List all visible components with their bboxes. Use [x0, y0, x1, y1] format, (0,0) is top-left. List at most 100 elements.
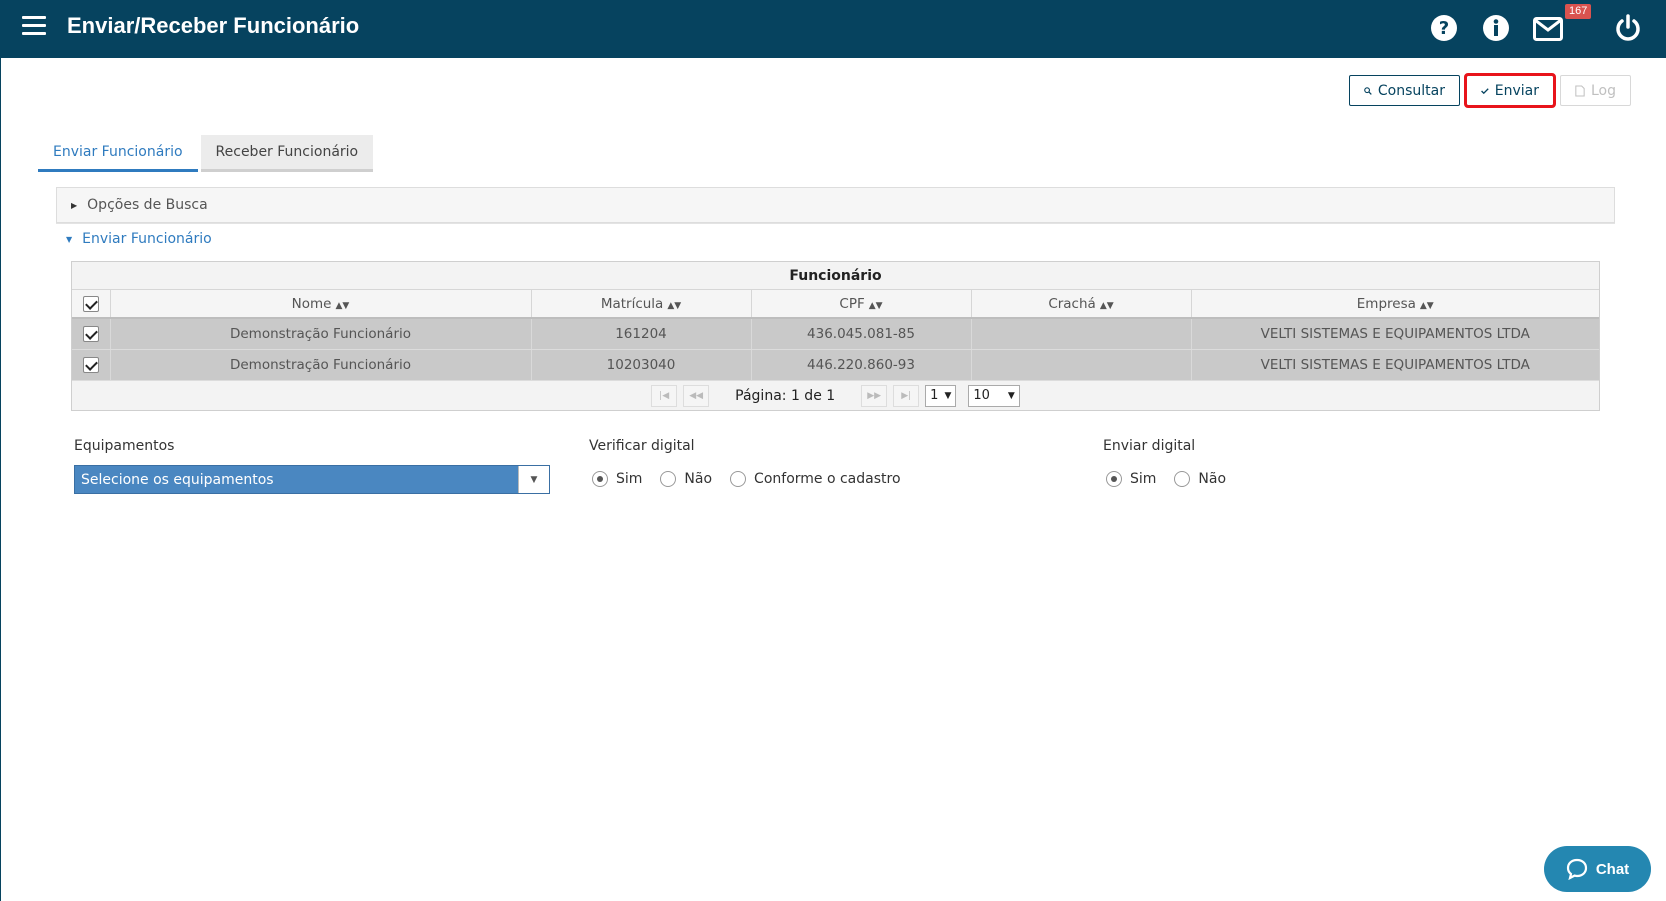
- search-icon: [1364, 86, 1372, 95]
- cell-cracha: [971, 349, 1192, 381]
- file-icon: [1575, 85, 1585, 96]
- table-row[interactable]: Demonstração Funcionário 10203040 446.22…: [72, 349, 1599, 381]
- menu-icon[interactable]: [22, 16, 46, 36]
- enviar-button[interactable]: Enviar: [1464, 73, 1556, 108]
- radio-sim[interactable]: [592, 471, 608, 487]
- tab-enviar-funcionario[interactable]: Enviar Funcionário: [38, 135, 198, 172]
- row-select-cell: [72, 318, 111, 350]
- column-header-empresa[interactable]: Empresa ▲▼: [1191, 290, 1599, 319]
- verificar-digital-radios: Sim Não Conforme o cadastro: [592, 471, 911, 487]
- page-title: Enviar/Receber Funcionário: [67, 13, 360, 38]
- grid-header-row: Nome ▲▼ Matrícula ▲▼ CPF ▲▼ Crachá ▲▼ Empres…: [72, 290, 1599, 319]
- cell-empresa: VELTI SISTEMAS E EQUIPAMENTOS LTDA: [1191, 349, 1599, 381]
- dropdown-arrow-icon[interactable]: ▼: [518, 466, 549, 493]
- chat-bubble-icon: [1566, 858, 1587, 880]
- page-size-select[interactable]: 10 ▼: [968, 384, 1020, 407]
- enviar-digital-radios: Sim Não: [1106, 471, 1236, 487]
- funcionario-grid: Funcionário Nome ▲▼ Matrícula ▲▼ CPF ▲▼ Cra…: [71, 261, 1600, 411]
- column-label: Empresa: [1356, 295, 1416, 312]
- select-all-checkbox[interactable]: [82, 295, 99, 312]
- sort-icon: ▲▼: [335, 300, 350, 311]
- info-icon[interactable]: [1482, 14, 1510, 42]
- column-label: Nome: [291, 295, 332, 312]
- prev-page-button[interactable]: ◀◀: [683, 384, 710, 407]
- sort-icon: ▲▼: [667, 300, 682, 311]
- cell-nome: Demonstração Funcionário: [110, 318, 532, 350]
- column-header-matricula[interactable]: Matrícula ▲▼: [531, 290, 752, 319]
- tab-receber-funcionario[interactable]: Receber Funcionário: [200, 135, 374, 172]
- column-label: Matrícula: [600, 295, 664, 312]
- chat-button[interactable]: Chat: [1544, 846, 1651, 892]
- cell-cpf: 436.045.081-85: [751, 318, 972, 350]
- section-enviar-funcionario[interactable]: ▼ Enviar Funcionário: [66, 231, 212, 247]
- mail-count-badge: 167: [1565, 4, 1592, 19]
- enviar-digital-label: Enviar digital: [1103, 438, 1196, 454]
- sort-icon: ▲▼: [1099, 300, 1114, 311]
- help-icon[interactable]: ?: [1430, 14, 1458, 42]
- cell-matricula: 10203040: [531, 349, 752, 381]
- log-label: Log: [1590, 82, 1616, 99]
- column-header-cpf[interactable]: CPF ▲▼: [751, 290, 972, 319]
- top-bar: Enviar/Receber Funcionário ? 167: [0, 0, 1666, 58]
- radio-label: Sim: [1130, 471, 1157, 487]
- grid-caption: Funcionário: [72, 262, 1599, 290]
- search-options-label: Opções de Busca: [87, 197, 208, 213]
- verificar-digital-conforme[interactable]: Conforme o cadastro: [730, 471, 901, 487]
- verificar-digital-sim[interactable]: Sim: [592, 471, 642, 487]
- caret-down-icon: ▼: [66, 234, 73, 244]
- radio-label: Sim: [616, 471, 643, 487]
- equipamentos-label: Equipamentos: [74, 438, 175, 454]
- chat-label: Chat: [1595, 860, 1630, 878]
- cell-empresa: VELTI SISTEMAS E EQUIPAMENTOS LTDA: [1191, 318, 1599, 350]
- row-checkbox[interactable]: [82, 325, 99, 342]
- consultar-label: Consultar: [1377, 82, 1445, 99]
- check-icon: [1481, 87, 1489, 94]
- radio-label: Conforme o cadastro: [754, 471, 901, 487]
- page-info: Página: 1 de 1: [735, 387, 836, 404]
- power-icon[interactable]: [1614, 14, 1642, 42]
- tab-bar: Enviar Funcionário Receber Funcionário: [38, 135, 374, 172]
- last-page-button[interactable]: ▶|: [893, 384, 920, 407]
- cell-cpf: 446.220.860-93: [751, 349, 972, 381]
- sort-icon: ▲▼: [1419, 300, 1434, 311]
- equipamentos-select[interactable]: Selecione os equipamentos ▼: [74, 465, 550, 494]
- radio-conforme[interactable]: [730, 471, 747, 487]
- sort-icon: ▲▼: [868, 300, 883, 311]
- column-header-cracha[interactable]: Crachá ▲▼: [971, 290, 1192, 319]
- radio-sim[interactable]: [1106, 471, 1122, 487]
- equipamentos-value: Selecione os equipamentos: [81, 471, 274, 488]
- enviar-digital-nao[interactable]: Não: [1174, 471, 1226, 487]
- mail-icon[interactable]: [1533, 17, 1563, 45]
- table-row[interactable]: Demonstração Funcionário 161204 436.045.…: [72, 318, 1599, 350]
- cell-nome: Demonstração Funcionário: [110, 349, 532, 381]
- page-select-value: 1: [930, 388, 939, 403]
- column-header-nome[interactable]: Nome ▲▼: [110, 290, 532, 319]
- select-all-header: [72, 290, 111, 319]
- radio-label: Não: [684, 471, 713, 487]
- radio-label: Não: [1198, 471, 1227, 487]
- section-label: Enviar Funcionário: [82, 231, 212, 247]
- column-label: Crachá: [1048, 295, 1096, 312]
- consultar-button[interactable]: Consultar: [1349, 75, 1460, 106]
- cell-cracha: [971, 318, 1192, 350]
- divider: [56, 223, 1615, 224]
- radio-nao[interactable]: [660, 471, 677, 487]
- svg-text:?: ?: [1439, 18, 1449, 39]
- grid-table: Nome ▲▼ Matrícula ▲▼ CPF ▲▼ Crachá ▲▼ Empres…: [72, 290, 1599, 381]
- caret-right-icon: ▶: [71, 200, 78, 210]
- verificar-digital-label: Verificar digital: [589, 438, 695, 454]
- search-options-panel[interactable]: ▶ Opções de Busca: [56, 187, 1615, 223]
- first-page-button[interactable]: |◀: [651, 384, 678, 407]
- enviar-digital-sim[interactable]: Sim: [1106, 471, 1156, 487]
- verificar-digital-nao[interactable]: Não: [660, 471, 712, 487]
- row-checkbox[interactable]: [82, 356, 99, 373]
- page-select[interactable]: 1 ▼: [925, 384, 957, 407]
- row-select-cell: [72, 349, 111, 381]
- log-button[interactable]: Log: [1560, 75, 1631, 106]
- chevron-down-icon: ▼: [1007, 390, 1015, 401]
- chevron-down-icon: ▼: [944, 390, 952, 401]
- next-page-button[interactable]: ▶▶: [861, 384, 888, 407]
- column-label: CPF: [839, 295, 865, 312]
- radio-nao[interactable]: [1174, 471, 1191, 487]
- pager: |◀ ◀◀ Página: 1 de 1 ▶▶ ▶| 1 ▼ 10 ▼: [72, 381, 1599, 411]
